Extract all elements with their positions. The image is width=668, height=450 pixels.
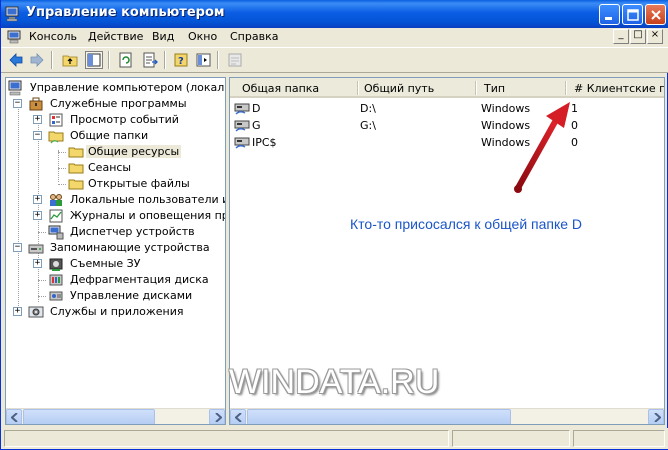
chevron-left-icon (11, 413, 18, 422)
expand-toggle[interactable]: + (33, 211, 42, 220)
selected-node-label: Общие ресурсы (86, 145, 182, 158)
minimize-button[interactable] (599, 4, 620, 25)
menu-window[interactable]: Окно (188, 30, 217, 43)
status-cell-tertiary (573, 430, 665, 447)
computer-icon (8, 80, 22, 96)
toolbar-separator (108, 51, 110, 69)
mdi-controls: _ □ × (613, 29, 665, 45)
maximize-button[interactable] (622, 4, 643, 25)
toolbar-separator (51, 51, 53, 69)
folder-icon (68, 147, 84, 158)
title-bar[interactable]: Управление компьютером (1, 0, 668, 28)
close-icon (651, 10, 661, 20)
console-icon[interactable] (7, 30, 23, 44)
computer-management-icon (5, 6, 19, 22)
watermark: WINDATA.RU (229, 363, 440, 401)
collapse-toggle[interactable]: − (13, 99, 22, 108)
toolbar: ? (1, 47, 668, 73)
show-hide-tree-button[interactable] (85, 51, 103, 69)
collapse-toggle[interactable]: − (33, 131, 42, 140)
defrag-icon (49, 274, 63, 286)
menu-help[interactable]: Справка (230, 30, 278, 43)
collapse-toggle[interactable]: − (13, 243, 22, 252)
status-cell-main (4, 430, 449, 447)
status-cell-secondary (452, 430, 570, 447)
expand-toggle[interactable]: + (33, 115, 42, 124)
scroll-right-button[interactable] (209, 409, 225, 424)
menu-bar: Консоль Действие Вид Окно Справка _ □ × (1, 28, 668, 47)
storage-icon (28, 244, 44, 254)
mdi-close-button[interactable]: × (647, 29, 663, 44)
toolbar-separator (164, 51, 166, 69)
up-level-icon[interactable] (61, 51, 79, 69)
console-tree-icon (87, 53, 101, 67)
window-title: Управление компьютером (26, 5, 225, 20)
expand-toggle[interactable]: + (33, 259, 42, 268)
scroll-thumb[interactable] (23, 409, 155, 424)
forward-arrow-icon[interactable] (28, 51, 46, 69)
status-bar (1, 428, 668, 449)
services-icon (28, 306, 44, 318)
disk-management-icon (49, 291, 63, 301)
event-viewer-icon (49, 113, 63, 127)
chevron-right-icon (654, 413, 661, 422)
device-manager-icon (48, 225, 64, 240)
expand-toggle[interactable]: + (33, 195, 42, 204)
menu-view[interactable]: Вид (152, 30, 174, 43)
properties-icon[interactable] (195, 51, 213, 69)
users-icon (50, 194, 62, 206)
mdi-minimize-button[interactable]: _ (613, 29, 629, 44)
list-horizontal-scrollbar[interactable] (230, 408, 664, 424)
annotation-arrow (514, 102, 570, 193)
tree-horizontal-scrollbar[interactable] (6, 408, 225, 424)
removable-storage-icon (49, 258, 63, 271)
menu-console[interactable]: Консоль (29, 30, 77, 43)
toolbar-separator (217, 51, 219, 69)
mdi-restore-button[interactable]: □ (630, 29, 646, 44)
scroll-left-button[interactable] (6, 409, 22, 424)
menu-action[interactable]: Действие (88, 30, 143, 43)
minimize-icon (605, 17, 612, 20)
maximize-icon (627, 9, 639, 21)
refresh-icon[interactable] (117, 51, 135, 69)
scroll-left-button[interactable] (230, 409, 246, 424)
chevron-left-icon (235, 413, 242, 422)
back-arrow-icon[interactable] (7, 51, 25, 69)
export-list-icon[interactable] (141, 51, 159, 69)
annotation-text: Кто-то присосался к общей папке D (350, 216, 583, 232)
svg-text:?: ? (178, 56, 184, 67)
close-button[interactable] (645, 4, 666, 25)
scroll-thumb[interactable] (247, 409, 511, 424)
folder-icon (68, 163, 84, 174)
expand-toggle[interactable]: + (13, 307, 22, 316)
console-tree-pane[interactable]: Управление компьютером (локальный) − Слу… (5, 77, 226, 425)
shared-folder-icon (48, 131, 64, 144)
folder-icon (68, 179, 84, 190)
help-icon[interactable]: ? (173, 51, 191, 69)
scroll-right-button[interactable] (648, 409, 664, 424)
chevron-right-icon (215, 413, 222, 422)
new-window-icon[interactable] (226, 51, 244, 69)
app-window: Управление компьютером Консоль Действие … (0, 0, 668, 450)
toolbox-icon (29, 97, 43, 111)
performance-logs-icon (49, 209, 63, 223)
tree-root-label: Управление компьютером (локальный) (30, 81, 225, 94)
